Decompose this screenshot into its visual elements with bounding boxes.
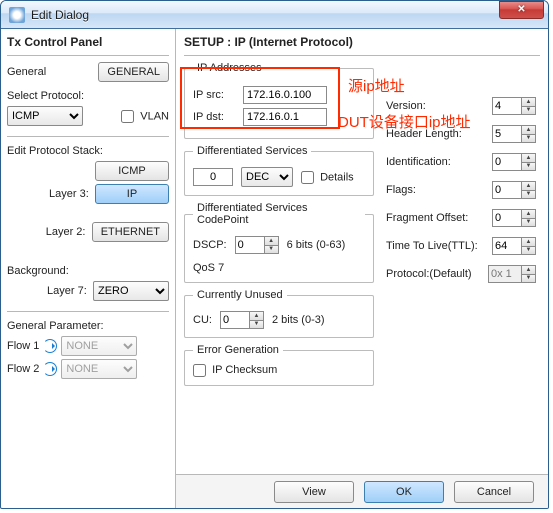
protocol-label: Protocol:(Default) <box>386 268 472 280</box>
protocol-spinner: ▲▼ <box>488 265 536 283</box>
diff-serv-mode[interactable]: DEC <box>241 167 293 187</box>
close-button[interactable]: ✕ <box>499 1 544 19</box>
cu-value[interactable] <box>220 311 250 329</box>
titlebar[interactable]: Edit Dialog ✕ <box>1 1 548 29</box>
flags-label: Flags: <box>386 184 416 196</box>
window-title: Edit Dialog <box>31 8 499 22</box>
flow2-label: Flow 2 <box>7 363 39 375</box>
flow1-label: Flow 1 <box>7 340 39 352</box>
fragment-offset-value[interactable] <box>492 209 522 227</box>
dialog-button-bar: View OK Cancel <box>176 474 548 508</box>
flow2-refresh-icon[interactable] <box>43 362 57 376</box>
edit-stack-label: Edit Protocol Stack: <box>7 145 169 157</box>
background-label: Background: <box>7 265 169 277</box>
layer2-label: Layer 2: <box>46 226 90 238</box>
setup-title: SETUP : IP (Internet Protocol) <box>184 33 540 53</box>
flow1-refresh-icon[interactable] <box>43 339 57 353</box>
dscp-label: DSCP: <box>193 239 227 251</box>
identification-value[interactable] <box>492 153 522 171</box>
dscp-spinner[interactable]: ▲▼ <box>235 236 279 254</box>
dscp-value[interactable] <box>235 236 265 254</box>
general-label: General <box>7 66 46 78</box>
ip-fields-column: Version: ▲▼ Header Length: ▲▼ Identifica… <box>386 87 536 293</box>
cancel-button[interactable]: Cancel <box>454 481 534 503</box>
ip-button[interactable]: IP <box>95 184 169 204</box>
ip-checksum-checkbox[interactable] <box>193 364 206 377</box>
version-value[interactable] <box>492 97 522 115</box>
chevron-down-icon[interactable]: ▼ <box>250 320 264 330</box>
header-length-spinner[interactable]: ▲▼ <box>492 125 536 143</box>
general-parameter-label: General Parameter: <box>7 320 169 332</box>
ip-src-label: IP src: <box>193 89 237 101</box>
chevron-up-icon[interactable]: ▲ <box>265 236 279 245</box>
ip-dst-label: IP dst: <box>193 111 237 123</box>
dscp-legend: Differentiated Services CodePoint <box>193 202 365 226</box>
icmp-button[interactable]: ICMP <box>95 161 169 181</box>
tx-control-title: Tx Control Panel <box>7 33 169 53</box>
ethernet-button[interactable]: ETHERNET <box>92 222 169 242</box>
flags-value[interactable] <box>492 181 522 199</box>
error-gen-legend: Error Generation <box>193 344 283 356</box>
fragment-offset-spinner[interactable]: ▲▼ <box>492 209 536 227</box>
layer3-label: Layer 3: <box>49 188 93 200</box>
cu-group: Currently Unused CU: ▲▼ 2 bits (0-3) <box>184 289 374 338</box>
cu-label: CU: <box>193 314 212 326</box>
ip-checksum-label: IP Checksum <box>212 364 277 376</box>
flow1-select: NONE <box>61 336 137 356</box>
layer7-label: Layer 7: <box>47 285 91 297</box>
setup-panel: SETUP : IP (Internet Protocol) IP Addres… <box>176 29 548 508</box>
chevron-down-icon[interactable]: ▼ <box>265 245 279 255</box>
fragment-offset-label: Fragment Offset: <box>386 212 468 224</box>
ip-src-input[interactable] <box>243 86 327 104</box>
ip-addresses-group: IP Addresses IP src: IP dst: <box>184 62 374 139</box>
dscp-bits: 6 bits (0-63) <box>287 239 346 251</box>
view-button[interactable]: View <box>274 481 354 503</box>
protocol-value <box>488 265 522 283</box>
app-icon <box>9 7 25 23</box>
header-length-label: Header Length: <box>386 128 462 140</box>
details-checkbox[interactable] <box>301 171 314 184</box>
diff-serv-legend: Differentiated Services <box>193 145 311 157</box>
general-button[interactable]: GENERAL <box>98 62 169 82</box>
cu-legend: Currently Unused <box>193 289 287 301</box>
cu-spinner[interactable]: ▲▼ <box>220 311 264 329</box>
protocol-select[interactable]: ICMP <box>7 106 83 126</box>
tx-control-panel: Tx Control Panel General GENERAL Select … <box>1 29 176 508</box>
edit-dialog-window: Edit Dialog ✕ Tx Control Panel General G… <box>0 0 549 509</box>
identification-label: Identification: <box>386 156 451 168</box>
layer7-select[interactable]: ZERO <box>93 281 169 301</box>
cu-bits: 2 bits (0-3) <box>272 314 325 326</box>
version-spinner[interactable]: ▲▼ <box>492 97 536 115</box>
flags-spinner[interactable]: ▲▼ <box>492 181 536 199</box>
vlan-checkbox[interactable] <box>121 110 134 123</box>
flow2-select: NONE <box>61 359 137 379</box>
ip-checksum-wrap[interactable]: IP Checksum <box>193 364 277 376</box>
identification-spinner[interactable]: ▲▼ <box>492 153 536 171</box>
ok-button[interactable]: OK <box>364 481 444 503</box>
dialog-body: Tx Control Panel General GENERAL Select … <box>1 29 548 508</box>
select-protocol-label: Select Protocol: <box>7 90 169 102</box>
vlan-label: VLAN <box>140 110 169 122</box>
diff-serv-value[interactable] <box>193 168 233 186</box>
qos-label: QoS 7 <box>193 262 365 274</box>
ttl-spinner[interactable]: ▲▼ <box>492 237 536 255</box>
diff-serv-group: Differentiated Services DEC Details <box>184 145 374 196</box>
close-icon: ✕ <box>517 4 525 15</box>
header-length-value[interactable] <box>492 125 522 143</box>
ip-dst-input[interactable] <box>243 108 327 126</box>
vlan-checkbox-wrap[interactable]: VLAN <box>121 110 169 123</box>
dscp-group: Differentiated Services CodePoint DSCP: … <box>184 202 374 283</box>
details-label: Details <box>320 171 354 183</box>
details-wrap[interactable]: Details <box>301 171 354 184</box>
chevron-up-icon[interactable]: ▲ <box>250 311 264 320</box>
ip-addresses-legend: IP Addresses <box>193 62 266 74</box>
version-label: Version: <box>386 100 426 112</box>
error-gen-group: Error Generation IP Checksum <box>184 344 374 386</box>
ttl-value[interactable] <box>492 237 522 255</box>
ttl-label: Time To Live(TTL): <box>386 240 478 252</box>
